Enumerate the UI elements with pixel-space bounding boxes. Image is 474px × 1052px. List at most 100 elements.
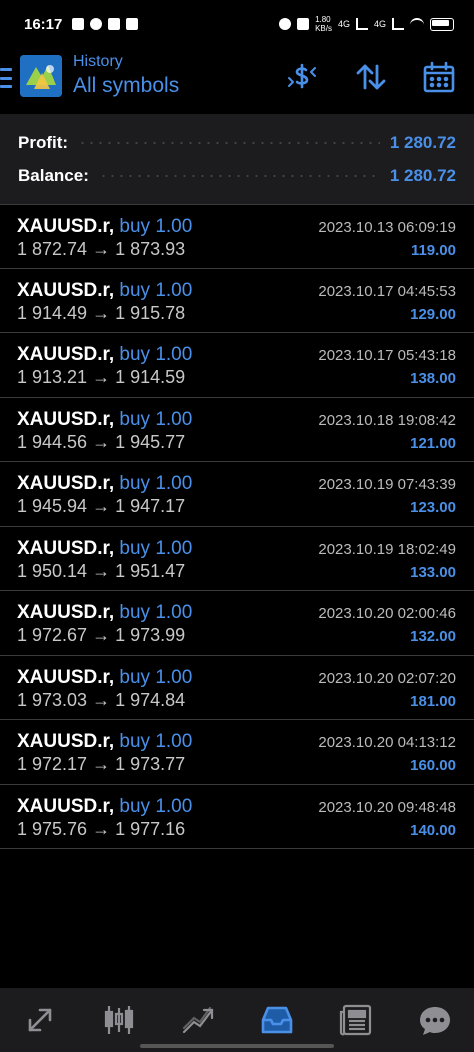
signal-icon [355,18,368,30]
trade-profit: 123.00 [410,499,456,516]
header-title[interactable]: All symbols [73,72,179,100]
trade-profit: 121.00 [410,434,456,452]
trade-prices: 1 914.49 → 1 915.78 [17,302,186,323]
trade-row[interactable]: XAUUSD.r, buy 1.00 1 872.74 → 1 873.93 2… [0,204,474,269]
trade-profit: 133.00 [410,563,456,581]
dot-leader [78,141,380,144]
status-right: 1.80 KB/s 4G 4G [279,15,454,33]
trade-side: buy 1.00 [119,602,193,623]
call-icon [297,18,310,30]
trade-prices: 1 944.56 → 1 945.77 [17,431,186,452]
home-indicator [140,1044,334,1048]
status-left: 16:17 [24,15,139,33]
trade-side: buy 1.00 [119,344,193,365]
trade-side: buy 1.00 [119,408,193,430]
trade-icon[interactable] [168,988,228,1052]
trade-time: 2023.10.20 02:07:20 [318,669,456,687]
profit-row: Profit: 1 280.72 [0,126,474,159]
trade-row[interactable]: XAUUSD.r, buy 1.00 1 975.76 → 1 977.16 2… [0,785,474,849]
status-time: 16:17 [24,15,63,33]
trade-row[interactable]: XAUUSD.r, buy 1.00 1 913.21 → 1 914.59 2… [0,333,474,398]
trade-side: buy 1.00 [119,731,193,752]
status-bar: 16:17 1.80 KB/s 4G 4G [0,0,474,48]
whatsapp-icon [90,18,103,30]
trade-profit: 181.00 [410,692,456,710]
signal-icon-2 [392,18,404,30]
trade-time: 2023.10.19 07:43:39 [318,476,456,493]
trade-symbol: XAUUSD.r, buy 1.00 [17,216,193,237]
wifi-icon [410,18,424,30]
trade-row[interactable]: XAUUSD.r, buy 1.00 1 973.03 → 1 974.84 2… [0,656,474,720]
trade-side: buy 1.00 [119,795,193,817]
battery-icon [430,17,454,31]
trade-profit: 119.00 [410,242,456,259]
trade-profit: 129.00 [410,305,456,323]
trade-symbol: XAUUSD.r, buy 1.00 [17,279,193,301]
trade-prices: 1 973.03 → 1 974.84 [17,689,186,710]
trade-prices: 1 945.94 → 1 947.17 [17,496,186,516]
trade-profit: 132.00 [410,628,456,645]
sort-arrows-icon[interactable] [354,60,388,94]
trade-symbol: XAUUSD.r, buy 1.00 [17,408,193,430]
currency-dollar-icon[interactable] [285,60,319,94]
trade-side: buy 1.00 [119,537,193,559]
trade-side: buy 1.00 [119,279,193,301]
trade-symbol: XAUUSD.r, buy 1.00 [17,344,193,365]
trade-side: buy 1.00 [119,216,193,237]
trade-symbol: XAUUSD.r, buy 1.00 [17,537,193,559]
trade-side: buy 1.00 [119,473,193,494]
balance-value: 1 280.72 [389,165,456,185]
trade-prices: 1 872.74 → 1 873.93 [17,239,186,259]
header-titles: History All symbols [73,52,179,100]
alarm-icon [279,18,292,30]
quotes-icon[interactable] [10,988,70,1052]
header-subtitle: History [73,53,123,70]
trade-time: 2023.10.18 19:08:42 [318,411,456,429]
trade-side: buy 1.00 [119,666,193,688]
trade-row[interactable]: XAUUSD.r, buy 1.00 1 950.14 → 1 951.47 2… [0,527,474,591]
trade-prices: 1 972.17 → 1 973.77 [17,754,186,774]
history-icon[interactable] [247,988,307,1052]
trade-time: 2023.10.20 02:00:46 [318,605,456,622]
bottom-nav [0,988,474,1052]
calendar-icon[interactable] [422,60,456,94]
trade-prices: 1 975.76 → 1 977.16 [17,818,186,839]
app-notification-icon [126,18,139,30]
trade-profit: 138.00 [410,370,456,387]
trade-time: 2023.10.20 09:48:48 [318,798,456,816]
trade-profit: 160.00 [410,757,456,774]
news-icon[interactable] [326,988,386,1052]
trade-symbol: XAUUSD.r, buy 1.00 [17,473,193,494]
balance-label: Balance: [18,165,89,185]
balance-row: Balance: 1 280.72 [0,159,474,192]
trade-time: 2023.10.19 18:02:49 [318,540,456,558]
gmail-icon [108,18,121,30]
messages-icon[interactable] [405,988,465,1052]
trade-prices: 1 950.14 → 1 951.47 [17,560,186,581]
trade-profit: 140.00 [410,821,456,839]
menu-icon[interactable] [0,68,12,88]
network-4g-1: 4G [337,19,350,29]
trade-prices: 1 972.67 → 1 973.99 [17,625,186,645]
trade-time: 2023.10.13 06:09:19 [318,219,456,236]
trade-row[interactable]: XAUUSD.r, buy 1.00 1 944.56 → 1 945.77 2… [0,398,474,462]
trade-row[interactable]: XAUUSD.r, buy 1.00 1 914.49 → 1 915.78 2… [0,269,474,333]
trade-symbol: XAUUSD.r, buy 1.00 [17,602,193,623]
trade-time: 2023.10.20 04:13:12 [318,734,456,751]
dot-leader [98,174,380,177]
chart-icon[interactable] [89,988,149,1052]
trade-symbol: XAUUSD.r, buy 1.00 [17,731,193,752]
trade-row[interactable]: XAUUSD.r, buy 1.00 1 945.94 → 1 947.17 2… [0,462,474,527]
summary-panel: Profit: 1 280.72 Balance: 1 280.72 [0,114,474,204]
profit-value: 1 280.72 [389,132,456,152]
notification-icon [72,18,85,30]
trade-time: 2023.10.17 05:43:18 [318,347,456,364]
trade-row[interactable]: XAUUSD.r, buy 1.00 1 972.17 → 1 973.77 2… [0,720,474,785]
profit-label: Profit: [18,132,69,152]
trade-symbol: XAUUSD.r, buy 1.00 [17,795,193,817]
net-speed: 1.80 KB/s [315,15,332,33]
trade-symbol: XAUUSD.r, buy 1.00 [17,666,193,688]
header: History All symbols [0,48,474,114]
trade-row[interactable]: XAUUSD.r, buy 1.00 1 972.67 → 1 973.99 2… [0,591,474,656]
app-logo-icon [20,55,62,97]
